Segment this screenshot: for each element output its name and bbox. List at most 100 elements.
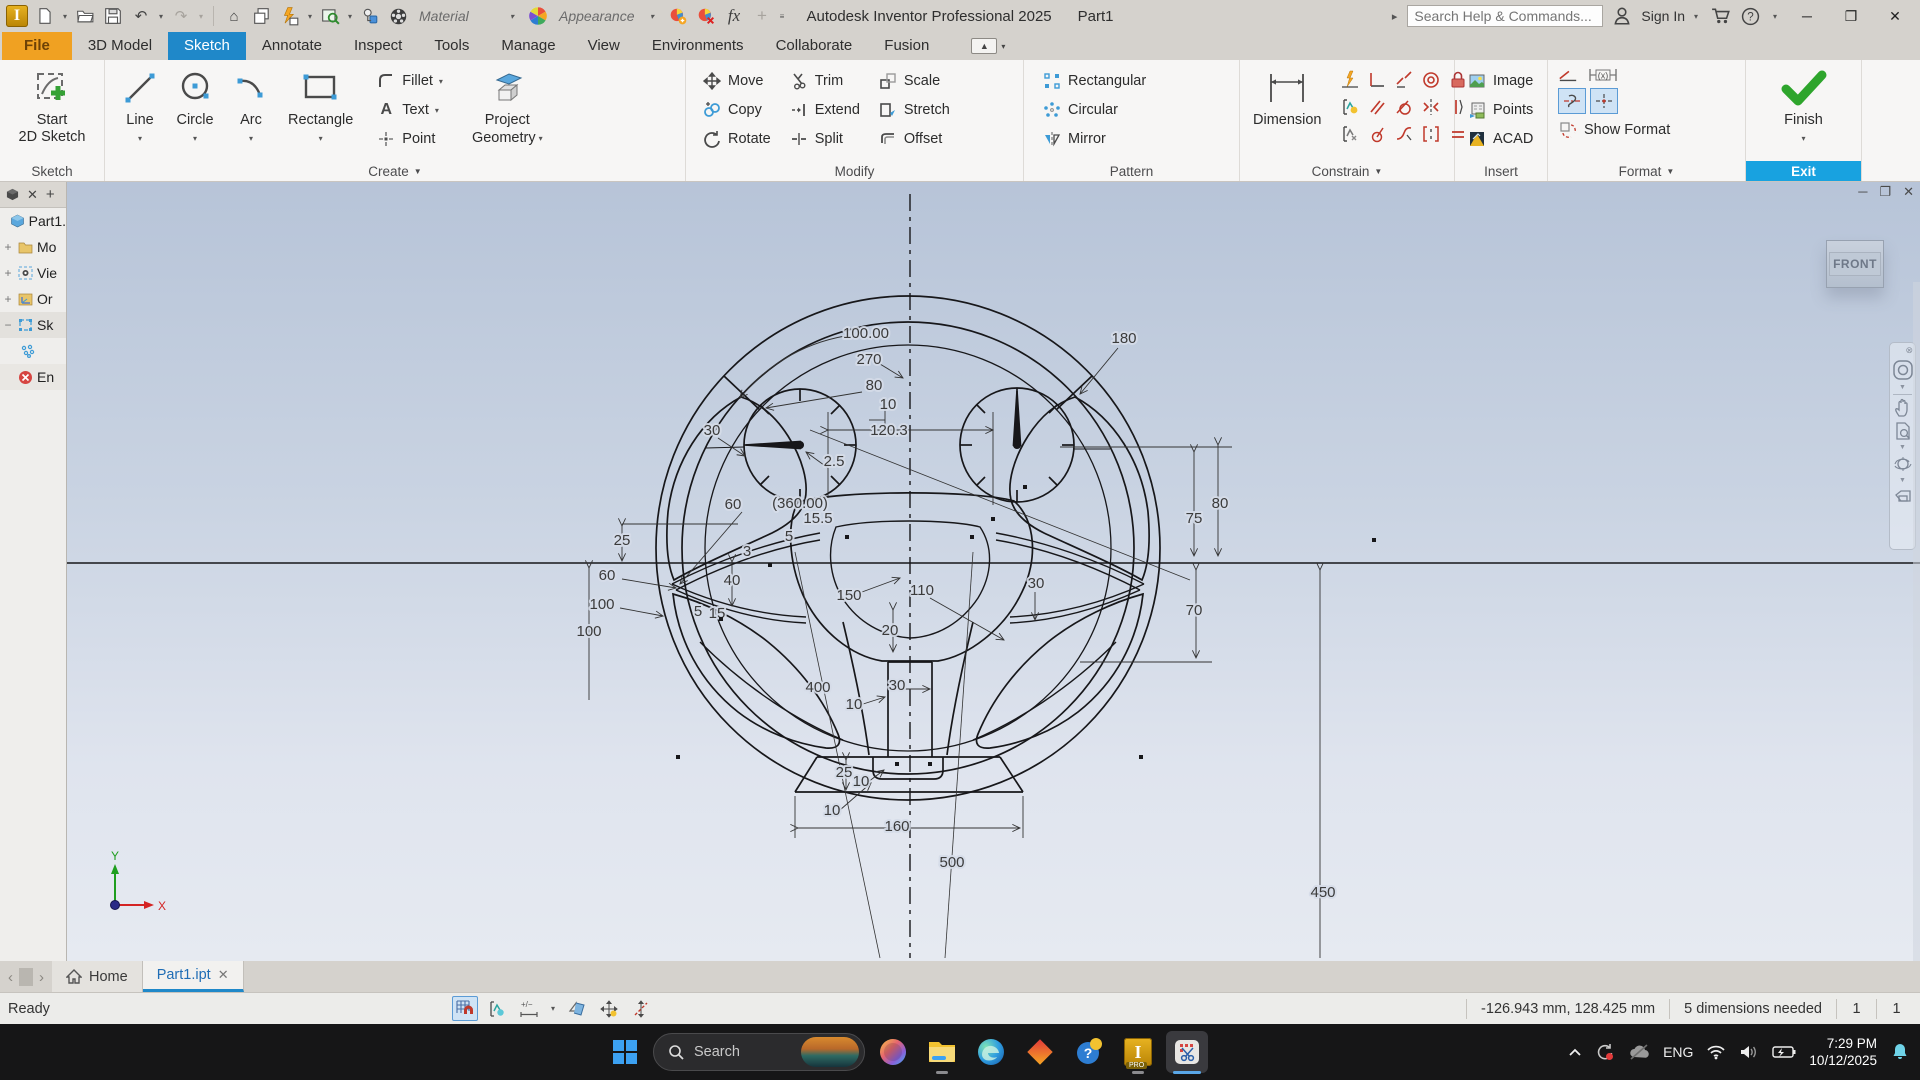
tab-scroll-left-icon[interactable]: ‹	[8, 969, 13, 986]
center-point-toggle[interactable]	[1590, 88, 1618, 114]
parallel-constraint-icon[interactable]	[1364, 94, 1390, 120]
dimension-label[interactable]: 60	[723, 494, 744, 515]
file-explorer-icon[interactable]	[921, 1031, 963, 1074]
points-button[interactable]: Points	[1463, 97, 1537, 122]
wifi-icon[interactable]	[1706, 1044, 1726, 1060]
snipping-tool-icon[interactable]	[1166, 1031, 1208, 1074]
canvas-scrollbar[interactable]	[1913, 282, 1920, 961]
coincident-constraint-icon[interactable]	[1364, 121, 1390, 147]
new-file-dropdown-icon[interactable]: ▾	[60, 12, 70, 21]
show-degrees-of-freedom-toggle[interactable]	[628, 996, 654, 1021]
dimension-label[interactable]: 400	[803, 677, 832, 698]
home-doc-tab[interactable]: Home	[52, 961, 143, 992]
minimize-button[interactable]: ─	[1790, 1, 1824, 31]
sketch-point[interactable]	[1372, 538, 1376, 542]
dimension-label[interactable]: 5	[692, 601, 704, 622]
taskbar-search[interactable]: Search	[653, 1033, 865, 1071]
dimension-label[interactable]: 10	[844, 694, 865, 715]
tab-close-icon[interactable]: ✕	[218, 967, 229, 983]
browser-item-sketch-points[interactable]	[0, 338, 66, 364]
tab-environments[interactable]: Environments	[636, 32, 760, 60]
extend-button[interactable]: Extend	[785, 97, 864, 122]
sketch-canvas[interactable]: 100.00 270 80 10 120.3 180 30 2.5 60 (360.00) 15.5…	[67, 182, 1920, 961]
sketch-point[interactable]	[676, 755, 680, 759]
dimension-label[interactable]: 80	[864, 375, 885, 396]
rectangular-pattern-button[interactable]: Rectangular	[1038, 68, 1150, 93]
undo-dropdown-icon[interactable]: ▾	[156, 12, 166, 21]
dimension-display-toggle[interactable]: +/−	[516, 996, 542, 1021]
help-icon[interactable]: ?	[1741, 7, 1760, 26]
sign-in-button[interactable]: Sign In ▾	[1641, 8, 1701, 24]
open-file-icon[interactable]	[72, 3, 98, 29]
show-constraints-icon[interactable]	[1337, 121, 1363, 147]
offset-button[interactable]: Offset	[874, 126, 954, 151]
dimension-label[interactable]: 100	[574, 621, 603, 642]
trim-button[interactable]: Trim	[785, 68, 864, 93]
sketch-point[interactable]	[719, 617, 723, 621]
line-button[interactable]: Line ▾	[115, 65, 165, 149]
dimension-label[interactable]: 110	[908, 580, 936, 601]
symmetric-constraint-icon[interactable]	[1418, 94, 1444, 120]
finish-sketch-button[interactable]: Finish ▾	[1771, 65, 1837, 149]
search-expand-icon[interactable]: ▸	[1392, 10, 1398, 23]
qat-add-icon[interactable]: +	[749, 3, 775, 29]
dimension-label[interactable]: 60	[597, 565, 618, 586]
save-icon[interactable]	[100, 3, 126, 29]
dimension-label[interactable]: 10	[822, 800, 843, 821]
copy-button[interactable]: Copy	[698, 97, 775, 122]
acad-button[interactable]: ACAD	[1463, 126, 1537, 151]
dimension-label[interactable]: 270	[854, 349, 883, 370]
split-button[interactable]: Split	[785, 126, 864, 151]
search-daily-image[interactable]	[801, 1037, 859, 1067]
zoom-window-icon[interactable]	[317, 3, 343, 29]
view-cube[interactable]: FRONT	[1826, 240, 1884, 288]
mirror-button[interactable]: Mirror	[1038, 126, 1150, 151]
constraint-settings-icon[interactable]	[1337, 94, 1363, 120]
doc-restore-icon[interactable]: ❐	[1879, 184, 1891, 200]
navigation-wheel-icon[interactable]	[1892, 359, 1914, 381]
help-dropdown-icon[interactable]: ▾	[1770, 12, 1780, 21]
zoom-dropdown-icon[interactable]: ▼	[1899, 444, 1906, 451]
axis-lines[interactable]	[67, 194, 1920, 958]
move-button[interactable]: Move	[698, 68, 775, 93]
browser-item-sketch[interactable]: − Sk	[0, 312, 66, 338]
tab-collaborate[interactable]: Collaborate	[760, 32, 869, 60]
redo-dropdown-icon[interactable]: ▾	[196, 12, 206, 21]
project-geometry-button[interactable]: Project Geometry ▾	[465, 65, 550, 149]
dimension-label[interactable]: 3	[741, 541, 753, 562]
sketch-point[interactable]	[970, 535, 974, 539]
dimension-label[interactable]: 20	[880, 620, 901, 641]
ribbon-collapse-button[interactable]: ▲ ▾	[971, 32, 1005, 60]
dimension-label[interactable]: 10	[878, 394, 899, 415]
get-help-icon[interactable]: ?	[1068, 1031, 1110, 1073]
notification-bell-icon[interactable]	[1890, 1042, 1910, 1062]
dimension-display-caret[interactable]: ▾	[548, 1004, 558, 1013]
qat-customize-icon[interactable]: ≡	[777, 12, 787, 21]
tab-view[interactable]: View	[572, 32, 636, 60]
adjust-appearance-icon[interactable]	[665, 3, 691, 29]
rotate-button[interactable]: Rotate	[698, 126, 775, 151]
sketch-point[interactable]	[1023, 485, 1027, 489]
redo-icon[interactable]: ↷	[168, 3, 194, 29]
browser-item-model-states[interactable]: + Mo	[0, 234, 66, 260]
parameters-fx-icon[interactable]: fx	[721, 3, 747, 29]
switch-window-icon[interactable]	[249, 3, 275, 29]
start-button[interactable]	[604, 1031, 646, 1073]
fillet-button[interactable]: Fillet ▾	[372, 68, 447, 93]
tray-chevron-icon[interactable]	[1568, 1047, 1582, 1057]
browser-add-tab-icon[interactable]: +	[46, 186, 55, 203]
orbit-dropdown-icon[interactable]: ▼	[1899, 477, 1906, 484]
edge-icon[interactable]	[970, 1031, 1012, 1073]
appearance-wheel-icon[interactable]	[525, 3, 551, 29]
dimension-label[interactable]: 10	[851, 771, 872, 792]
dimension-label[interactable]: 25	[834, 762, 855, 783]
tab-tools[interactable]: Tools	[418, 32, 485, 60]
tab-scroll-right-icon[interactable]: ›	[39, 969, 44, 986]
material-select[interactable]: Material ▾	[413, 4, 523, 28]
pan-icon[interactable]	[1893, 398, 1913, 418]
clear-appearance-icon[interactable]	[693, 3, 719, 29]
browser-item-origin[interactable]: + Or	[0, 286, 66, 312]
wheel-dropdown-icon[interactable]: ▼	[1899, 384, 1906, 391]
steering-wheel-geometry[interactable]	[655, 295, 1161, 801]
render-wheel-icon[interactable]	[385, 3, 411, 29]
